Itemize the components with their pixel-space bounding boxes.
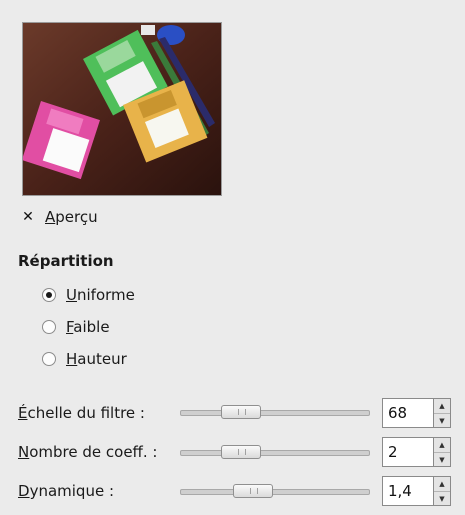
filter-scale-spinbutton[interactable]: 68 ▲ ▼ — [382, 398, 452, 428]
dynamic-slider[interactable] — [180, 484, 370, 498]
filter-scale-label: Échelle du filtre : — [18, 404, 145, 422]
coeff-count-spinbutton[interactable]: 2 ▲ ▼ — [382, 437, 452, 467]
spin-up-icon[interactable]: ▲ — [434, 438, 450, 453]
radio-label: Hauteur — [66, 350, 127, 368]
slider-trough[interactable] — [180, 489, 370, 495]
radio-selected-icon[interactable] — [42, 288, 56, 302]
repartition-title: Répartition — [18, 252, 114, 270]
slider-thumb[interactable] — [233, 484, 273, 498]
spin-buttons[interactable]: ▲ ▼ — [434, 398, 451, 428]
slider-thumb[interactable] — [221, 405, 261, 419]
radio-label: Uniforme — [66, 286, 135, 304]
coeff-count-slider[interactable] — [180, 445, 370, 459]
spin-up-icon[interactable]: ▲ — [434, 399, 450, 414]
spin-down-icon[interactable]: ▼ — [434, 492, 450, 506]
spin-buttons[interactable]: ▲ ▼ — [434, 476, 451, 506]
dynamic-spinbutton[interactable]: 1,4 ▲ ▼ — [382, 476, 452, 506]
coeff-count-label: Nombre de coeff. : — [18, 443, 158, 461]
spin-up-icon[interactable]: ▲ — [434, 477, 450, 492]
floppy-disks-photo — [23, 23, 221, 195]
radio-label: Faible — [66, 318, 110, 336]
preview-toggle[interactable]: ✕ Aperçu — [22, 208, 98, 226]
radio-hauteur[interactable]: Hauteur — [42, 350, 127, 368]
filter-scale-slider[interactable] — [180, 405, 370, 419]
spin-down-icon[interactable]: ▼ — [434, 414, 450, 428]
dynamic-label: Dynamique : — [18, 482, 114, 500]
slider-thumb[interactable] — [221, 445, 261, 459]
preview-label: Aperçu — [45, 208, 98, 226]
coeff-count-input[interactable]: 2 — [382, 437, 434, 467]
radio-uniforme[interactable]: Uniforme — [42, 286, 135, 304]
radio-unselected-icon[interactable] — [42, 320, 56, 334]
spin-down-icon[interactable]: ▼ — [434, 453, 450, 467]
filter-scale-input[interactable]: 68 — [382, 398, 434, 428]
checkbox-checked-icon[interactable]: ✕ — [22, 210, 34, 224]
radio-faible[interactable]: Faible — [42, 318, 110, 336]
slider-trough[interactable] — [180, 410, 370, 416]
spin-buttons[interactable]: ▲ ▼ — [434, 437, 451, 467]
radio-unselected-icon[interactable] — [42, 352, 56, 366]
slider-trough[interactable] — [180, 450, 370, 456]
preview-image — [22, 22, 222, 196]
dynamic-input[interactable]: 1,4 — [382, 476, 434, 506]
